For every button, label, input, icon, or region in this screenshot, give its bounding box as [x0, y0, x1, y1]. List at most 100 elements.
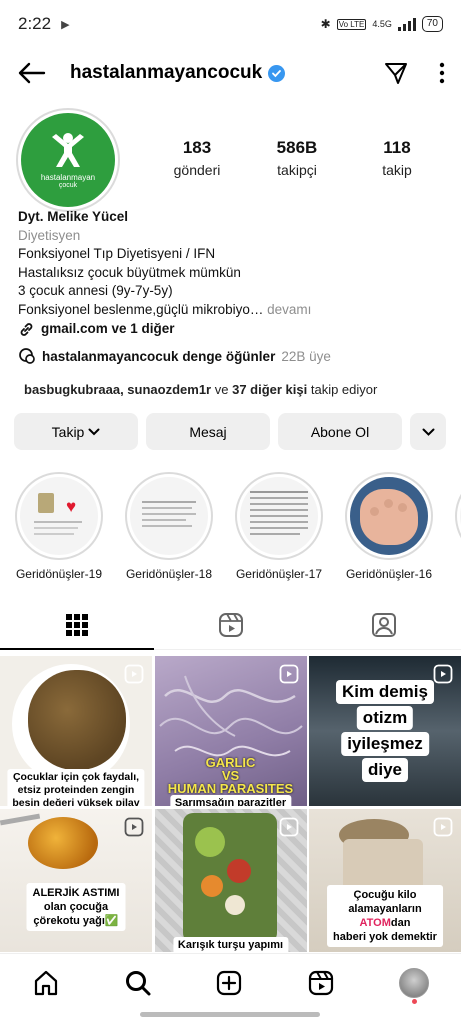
- stat-following[interactable]: 118 takip: [352, 138, 442, 178]
- home-icon[interactable]: [32, 969, 60, 997]
- chevron-down-icon: [88, 428, 100, 435]
- tab-posts[interactable]: [0, 600, 154, 650]
- subscribe-button[interactable]: Abone Ol: [278, 413, 402, 450]
- tab-reels[interactable]: [154, 600, 308, 649]
- link-icon: [20, 322, 33, 336]
- avatar-text-2: çocuk: [58, 182, 78, 189]
- highlight-item[interactable]: [450, 472, 461, 582]
- post-caption: Çocuğu kilo alamayanların ATOMdan haberi…: [327, 885, 443, 947]
- send-icon[interactable]: [383, 60, 409, 86]
- bio-truncated-line: Fonksiyonel beslenme,güçlü mikrobiyo… de…: [18, 301, 443, 320]
- stat-followers[interactable]: 586B takipçi: [252, 138, 342, 178]
- bluetooth-icon: ✱: [320, 17, 331, 31]
- avatar-logo: hastalanmayan çocuk: [21, 113, 115, 207]
- profile-name: Dyt. Melike Yücel: [18, 209, 129, 224]
- tab-tagged[interactable]: [307, 600, 461, 649]
- following-button[interactable]: Takip: [14, 413, 138, 450]
- suggested-accounts-button[interactable]: [410, 413, 446, 450]
- volte-icon: Vo LTE: [336, 18, 367, 30]
- status-bar: 2:22 ▶ ✱ Vo LTE 4.5G 70: [0, 0, 461, 48]
- search-icon[interactable]: [124, 969, 152, 997]
- reel-badge-icon: [124, 817, 144, 837]
- post-grid: Çocuklar için çok faydalı, etsiz protein…: [0, 656, 461, 953]
- stat-value: 586B: [276, 138, 318, 157]
- bio-line: Fonksiyonel beslenme,güçlü mikrobiyo…: [18, 301, 264, 317]
- post-caption-line: otizm: [356, 706, 414, 730]
- post-thumbnail[interactable]: GARLIC VS HUMAN PARASITES Sarımsağın par…: [154, 656, 307, 806]
- stat-posts[interactable]: 183 gönderi: [152, 138, 242, 178]
- notification-dot: [412, 998, 418, 1004]
- chevron-down-icon: [422, 428, 434, 436]
- post-caption-line: iyileşmez: [341, 732, 429, 756]
- following-button-label: Takip: [51, 423, 85, 440]
- profile-avatar[interactable]: hastalanmayan çocuk: [16, 108, 120, 212]
- highlight-label: Geridönüşler-19: [15, 567, 103, 581]
- profile-actions: Takip Mesaj Abone Ol: [14, 413, 446, 450]
- highlight-item[interactable]: Geridönüşler-17: [230, 472, 328, 582]
- bio-line: Fonksiyonel Tıp Diyetisyeni / IFN: [18, 246, 216, 261]
- broadcast-channel[interactable]: hastalanmayancocuk denge öğünler 22B üye: [18, 347, 443, 365]
- highlight-item[interactable]: Geridönüşler-16: [340, 472, 438, 582]
- home-indicator[interactable]: [140, 1012, 320, 1017]
- post-thumbnail[interactable]: Çocuklar için çok faydalı, etsiz protein…: [0, 656, 152, 806]
- post-caption-line: etsiz proteinden zengin: [17, 784, 135, 796]
- status-time: 2:22: [18, 14, 52, 33]
- post-caption-line: olan çocuğa: [43, 901, 109, 913]
- profile-link-text: gmail.com ve 1 diğer: [41, 321, 175, 336]
- highlight-item[interactable]: ♥ Geridönüşler-19: [10, 472, 108, 582]
- bio-more-link[interactable]: devamı: [263, 302, 311, 317]
- post-caption-line: Çocuğu kilo: [353, 889, 417, 901]
- message-button[interactable]: Mesaj: [146, 413, 270, 450]
- stat-value: 183: [182, 138, 212, 157]
- highlight-ring: [235, 472, 323, 560]
- highlight-ring: [125, 472, 213, 560]
- followed-by[interactable]: basbugkubraaa, sunaozdem1r ve 37 diğer k…: [24, 382, 377, 397]
- highlight-cover: [350, 477, 428, 555]
- reel-badge-icon: [124, 664, 144, 684]
- channel-members: 22B üye: [281, 348, 331, 364]
- profile-link[interactable]: gmail.com ve 1 diğer: [18, 320, 443, 339]
- post-caption-line: HUMAN PARASITES: [167, 781, 294, 796]
- post-caption-line: çörekotu yağı✅: [33, 915, 119, 927]
- tagged-icon: [372, 612, 397, 637]
- stat-label: gönderi: [173, 162, 221, 178]
- garlic-title: GARLIC VS HUMAN PARASITES: [155, 756, 307, 795]
- profile-tabs: [0, 600, 461, 650]
- profile-stats: 183 gönderi 586B takipçi 118 takip: [152, 138, 442, 178]
- highlight-cover: ♥: [20, 477, 98, 555]
- post-caption-line: ALERJİK ASTIMI: [32, 887, 120, 899]
- post-caption-line: ATOMdan: [333, 916, 437, 930]
- highlight-item[interactable]: Geridönüşler-18: [120, 472, 218, 582]
- verified-icon: [268, 64, 286, 82]
- post-thumbnail[interactable]: Karışık turşu yapımı: [154, 809, 307, 952]
- threads-icon: [19, 348, 35, 364]
- post-caption-line: besin değeri yüksek pilav: [12, 797, 140, 806]
- post-caption-line: haberi yok demektir: [333, 931, 437, 943]
- avatar-text-1: hastalanmayan: [40, 173, 96, 182]
- post-caption-line: Kim demiş: [336, 680, 434, 704]
- post-caption-line: Çocuklar için çok faydalı,: [12, 771, 140, 783]
- stat-label: takip: [382, 162, 412, 178]
- atom-word: ATOM: [359, 917, 391, 929]
- message-button-label: Mesaj: [189, 423, 227, 440]
- bottom-nav: [0, 953, 461, 1011]
- back-arrow-icon[interactable]: [16, 61, 46, 85]
- profile-bio: Dyt. Melike Yücel Diyetisyen Fonksiyonel…: [18, 208, 443, 339]
- profile-avatar-icon[interactable]: [399, 967, 430, 1004]
- reel-badge-icon: [279, 664, 298, 684]
- post-caption: Çocuklar için çok faydalı, etsiz protein…: [7, 769, 145, 806]
- profile-username: hastalanmayancocuk: [70, 62, 263, 83]
- create-icon[interactable]: [215, 969, 243, 997]
- post-caption: ALERJİK ASTIMI olan çocuğa çörekotu yağı…: [26, 883, 126, 931]
- highlight-ring: [345, 472, 433, 560]
- more-vertical-icon[interactable]: [439, 62, 445, 84]
- post-thumbnail[interactable]: ALERJİK ASTIMI olan çocuğa çörekotu yağı…: [0, 809, 152, 952]
- post-thumbnail[interactable]: Kim demiş otizm iyileşmez diye: [309, 656, 461, 806]
- atom-suffix: dan: [390, 917, 411, 929]
- highlight-cover: [240, 477, 318, 555]
- reels-nav-icon[interactable]: [307, 969, 335, 997]
- post-thumbnail[interactable]: Çocuğu kilo alamayanların ATOMdan haberi…: [309, 809, 461, 952]
- stat-value: 118: [383, 138, 411, 157]
- grid-icon: [65, 613, 88, 636]
- reel-badge-icon: [433, 817, 453, 837]
